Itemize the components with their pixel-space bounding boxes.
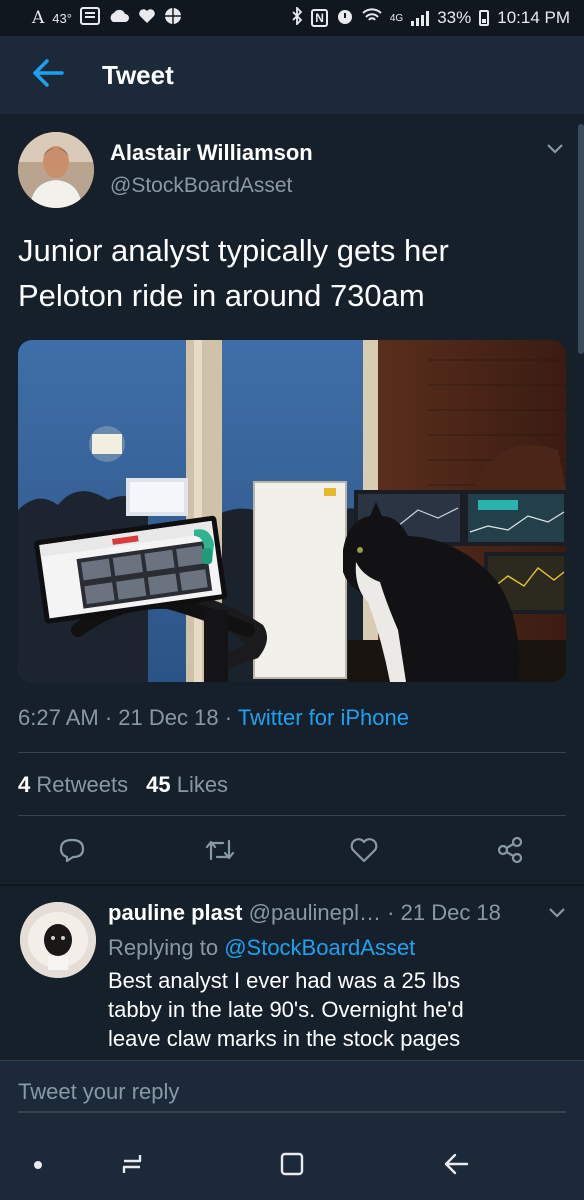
replying-to-label: Replying to xyxy=(108,935,219,960)
dot-icon xyxy=(33,1157,43,1175)
reply-author-name[interactable]: pauline plast xyxy=(108,900,242,925)
divider xyxy=(18,752,566,753)
battery-icon xyxy=(479,10,490,26)
reply-date: 21 Dec 18 xyxy=(400,900,501,925)
clock: 10:14 PM xyxy=(497,8,570,27)
reply-menu-button[interactable] xyxy=(548,906,566,924)
recent-apps-icon xyxy=(118,1151,146,1182)
reply-avatar[interactable] xyxy=(20,902,96,978)
status-bar-left: A 43° xyxy=(32,6,182,30)
section-divider xyxy=(0,884,584,886)
status-bar: A 43° N 4G 33% 10:14 PM xyxy=(0,0,584,36)
bluetooth-icon xyxy=(291,5,303,30)
status-bar-right: N 4G 33% 10:14 PM xyxy=(291,5,570,30)
tweet-menu-button[interactable] xyxy=(546,142,564,160)
home-button[interactable] xyxy=(274,1148,310,1184)
reply-input[interactable] xyxy=(18,1073,566,1113)
retweets-stat[interactable]: 4 Retweets xyxy=(18,772,128,798)
home-square-icon xyxy=(279,1151,305,1182)
divider xyxy=(18,815,566,816)
heart-icon xyxy=(138,8,156,29)
likes-stat[interactable]: 45 Likes xyxy=(146,772,228,798)
retweet-button[interactable] xyxy=(200,832,240,872)
reply-author-handle[interactable]: @paulinepl… xyxy=(249,900,381,925)
reply-text-line: Best analyst I ever had was a 25 lbs xyxy=(108,968,461,993)
reply-button[interactable] xyxy=(52,832,92,872)
reply-header: pauline plast @paulinepl… · 21 Dec 18 xyxy=(108,900,501,926)
tweet-meta: 6:27 AM · 21 Dec 18 · Twitter for iPhone xyxy=(18,705,409,731)
top-app-bar: Tweet xyxy=(0,36,584,114)
tweet-text: Junior analyst typically gets her Peloto… xyxy=(18,228,558,318)
reply-text-line: leave claw marks in the stock pages xyxy=(108,1026,461,1051)
reply-text-line: tabby in the late 90's. Overnight he'd xyxy=(108,997,464,1022)
separator: · xyxy=(387,900,395,925)
author-handle[interactable]: @StockBoardAsset xyxy=(110,174,313,198)
page-title: Tweet xyxy=(102,59,174,90)
replying-to-handle[interactable]: @StockBoardAsset xyxy=(224,935,415,960)
temperature: 43° xyxy=(52,10,72,26)
share-button[interactable] xyxy=(490,832,530,872)
wifi-icon xyxy=(362,7,382,29)
signal-icon xyxy=(411,10,430,26)
chevron-down-icon xyxy=(546,142,564,159)
arrow-left-icon xyxy=(31,58,65,93)
separator: · xyxy=(104,705,113,730)
replying-to: Replying to @StockBoardAsset xyxy=(108,935,415,961)
basketball-icon xyxy=(164,7,182,30)
author-names: Alastair Williamson @StockBoardAsset xyxy=(110,140,313,208)
back-button[interactable] xyxy=(0,36,96,114)
scrollbar[interactable] xyxy=(578,124,584,354)
alarm-icon xyxy=(336,7,354,30)
reply-icon xyxy=(58,836,86,869)
likes-label: Likes xyxy=(176,772,229,797)
tweet-date: 21 Dec 18 xyxy=(118,705,219,730)
tweet-author: Alastair Williamson @StockBoardAsset xyxy=(18,132,313,208)
author-avatar[interactable] xyxy=(18,132,94,208)
reply-composer xyxy=(0,1060,584,1132)
tweet-time: 6:27 AM xyxy=(18,705,99,730)
retweets-count: 4 xyxy=(18,772,31,797)
nav-dot-button[interactable] xyxy=(20,1148,56,1184)
likes-count: 45 xyxy=(146,772,171,797)
retweet-icon xyxy=(204,837,236,868)
like-icon xyxy=(349,836,379,869)
reply-text: Best analyst I ever had was a 25 lbs tab… xyxy=(108,966,548,1053)
nfc-icon: N xyxy=(311,9,328,27)
retweets-label: Retweets xyxy=(36,772,129,797)
network-type: 4G xyxy=(389,12,404,24)
system-back-button[interactable] xyxy=(438,1148,474,1184)
cloud-icon xyxy=(108,8,130,28)
battery-percent: 33% xyxy=(437,8,472,27)
recent-apps-button[interactable] xyxy=(114,1148,150,1184)
tweet-stats: 4 Retweets 45 Likes xyxy=(18,772,228,798)
tweet-actions xyxy=(0,832,584,872)
system-navigation-bar xyxy=(0,1132,584,1200)
separator: · xyxy=(224,705,233,730)
tweet-source-link[interactable]: Twitter for iPhone xyxy=(238,705,409,730)
back-arrow-icon xyxy=(442,1152,470,1181)
author-name[interactable]: Alastair Williamson xyxy=(110,140,313,166)
tweet-text-line: Peloton ride in around 730am xyxy=(18,278,425,313)
accessibility-icon: A xyxy=(32,7,45,28)
chevron-down-icon xyxy=(548,906,566,923)
tweet-text-line: Junior analyst typically gets her xyxy=(18,233,449,268)
share-icon xyxy=(495,835,525,870)
like-button[interactable] xyxy=(344,832,384,872)
tweet-photo[interactable] xyxy=(18,340,566,682)
news-icon xyxy=(79,6,100,30)
